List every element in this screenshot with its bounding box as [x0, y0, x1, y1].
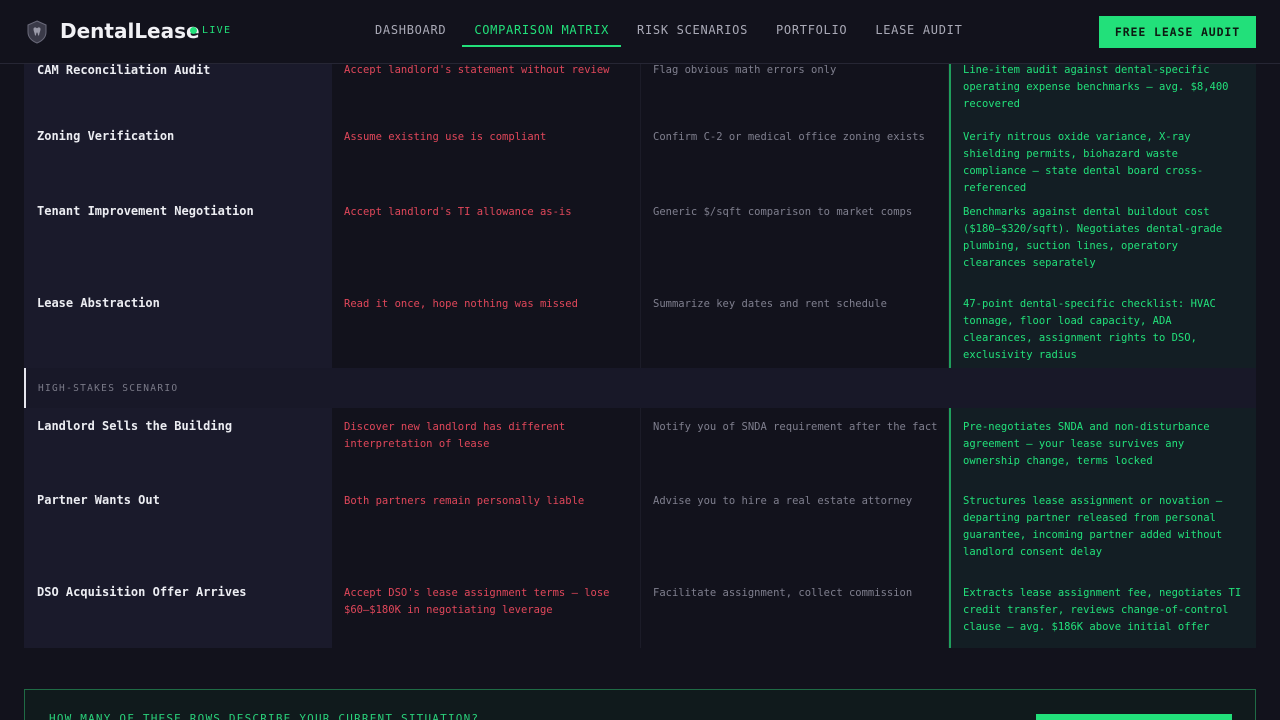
broker-cell: Advise you to hire a real estate attorne… [641, 482, 949, 574]
table-row: Tenant Improvement Negotiation Accept la… [24, 193, 1256, 285]
dentallease-cell: Benchmarks against dental buildout cost … [949, 193, 1256, 285]
brand-name[interactable]: DentalLease [60, 19, 200, 43]
diy-cell: Accept DSO's lease assignment terms — lo… [332, 574, 641, 648]
nav-risk-scenarios[interactable]: RISK SCENARIOS [623, 14, 762, 47]
row-label: Partner Wants Out [24, 482, 332, 574]
comparison-matrix: CAM Reconciliation Audit Accept landlord… [24, 0, 1256, 658]
diy-cell: Discover new landlord has different inte… [332, 408, 641, 482]
table-row: Partner Wants Out Both partners remain p… [24, 482, 1256, 574]
table-row: Lease Abstraction Read it once, hope not… [24, 285, 1256, 368]
table-row: Landlord Sells the Building Discover new… [24, 408, 1256, 482]
live-label: LIVE [202, 25, 232, 36]
diy-cell: Assume existing use is compliant [332, 118, 641, 193]
dentallease-cell: Extracts lease assignment fee, negotiate… [949, 574, 1256, 648]
section-label: HIGH-STAKES SCENARIO [38, 383, 179, 394]
diy-cell: Read it once, hope nothing was missed [332, 285, 641, 368]
dentallease-cell: 47-point dental-specific checklist: HVAC… [949, 285, 1256, 368]
cta-box: HOW MANY OF THESE ROWS DESCRIBE YOUR CUR… [24, 689, 1256, 720]
section-header: HIGH-STAKES SCENARIO [24, 368, 1256, 408]
main-nav: DASHBOARD COMPARISON MATRIX RISK SCENARI… [361, 14, 977, 47]
cta-question: HOW MANY OF THESE ROWS DESCRIBE YOUR CUR… [49, 712, 480, 720]
broker-cell: Generic $/sqft comparison to market comp… [641, 193, 949, 285]
top-header: DentalLease LIVE DASHBOARD COMPARISON MA… [0, 0, 1280, 64]
diy-cell: Accept landlord's TI allowance as-is [332, 193, 641, 285]
dentallease-cell: Pre-negotiates SNDA and non-disturbance … [949, 408, 1256, 482]
nav-portfolio[interactable]: PORTFOLIO [762, 14, 861, 47]
dentallease-cell: Verify nitrous oxide variance, X-ray shi… [949, 118, 1256, 194]
cta-button[interactable] [1036, 714, 1232, 720]
row-label: Lease Abstraction [24, 285, 332, 368]
broker-cell: Notify you of SNDA requirement after the… [641, 408, 949, 482]
dentallease-cell: Structures lease assignment or novation … [949, 482, 1256, 574]
broker-cell: Summarize key dates and rent schedule [641, 285, 949, 368]
nav-comparison-matrix[interactable]: COMPARISON MATRIX [462, 14, 622, 47]
live-indicator: LIVE [190, 25, 231, 36]
row-label: DSO Acquisition Offer Arrives [24, 574, 332, 648]
row-label: Tenant Improvement Negotiation [24, 193, 332, 285]
row-label: Landlord Sells the Building [24, 408, 332, 482]
diy-cell: Both partners remain personally liable [332, 482, 641, 574]
table-row: DSO Acquisition Offer Arrives Accept DSO… [24, 574, 1256, 648]
nav-lease-audit[interactable]: LEASE AUDIT [861, 14, 976, 47]
free-lease-audit-button[interactable]: FREE LEASE AUDIT [1099, 16, 1256, 48]
live-dot-icon [190, 27, 197, 34]
table-row: Zoning Verification Assume existing use … [24, 118, 1256, 194]
row-label: Zoning Verification [24, 118, 332, 193]
broker-cell: Facilitate assignment, collect commissio… [641, 574, 949, 648]
shield-tooth-icon [27, 20, 47, 44]
nav-dashboard[interactable]: DASHBOARD [361, 14, 460, 47]
broker-cell: Confirm C-2 or medical office zoning exi… [641, 118, 949, 193]
